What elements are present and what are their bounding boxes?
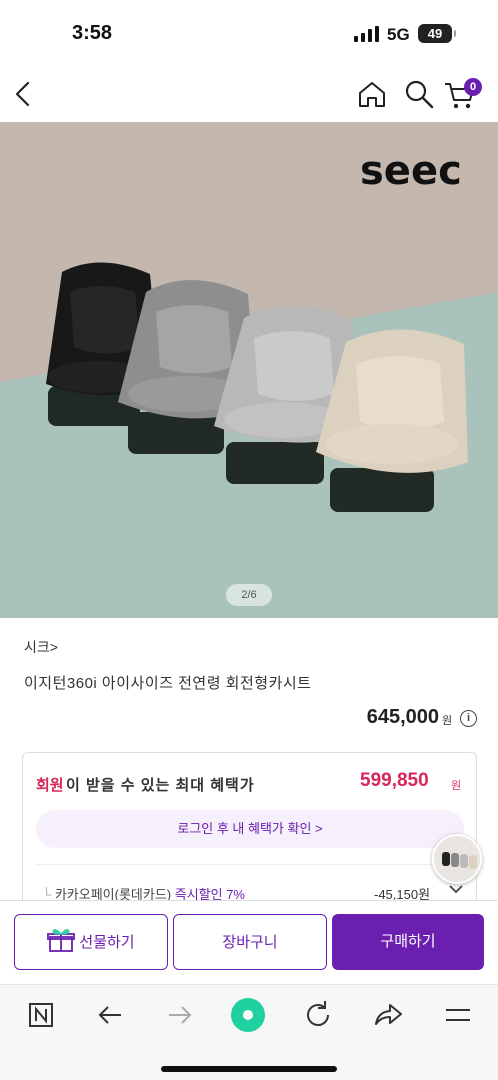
naver-n-icon[interactable] bbox=[23, 997, 59, 1033]
member-label: 회원 bbox=[36, 777, 64, 794]
home-icon[interactable] bbox=[354, 76, 390, 112]
browser-forward-icon[interactable] bbox=[162, 997, 198, 1033]
add-to-cart-button[interactable]: 장바구니 bbox=[173, 914, 327, 970]
status-time: 3:58 bbox=[72, 22, 113, 44]
brand-link[interactable]: 시크> bbox=[24, 637, 58, 657]
seec-logo: seec bbox=[360, 148, 462, 194]
top-nav bbox=[0, 66, 498, 122]
refresh-icon[interactable] bbox=[300, 997, 336, 1033]
price-unit: 원 bbox=[442, 715, 453, 727]
green-dot-icon[interactable] bbox=[230, 997, 266, 1033]
gift-button[interactable]: 선물하기 bbox=[14, 914, 168, 970]
signal-icon bbox=[354, 26, 379, 42]
home-indicator bbox=[161, 1066, 337, 1072]
product-photo: seec bbox=[0, 122, 498, 618]
gift-button-label: 선물하기 bbox=[79, 934, 135, 951]
floating-thumbnail[interactable] bbox=[432, 834, 482, 884]
browser-back-icon[interactable] bbox=[92, 997, 128, 1033]
chevron-down-icon[interactable] bbox=[448, 882, 464, 896]
back-icon[interactable] bbox=[6, 76, 42, 112]
menu-icon[interactable] bbox=[440, 997, 476, 1033]
buy-button[interactable]: 구매하기 bbox=[332, 914, 484, 970]
action-bar: 선물하기 장바구니 구매하기 bbox=[0, 900, 498, 984]
info-icon[interactable]: i bbox=[460, 710, 477, 727]
network-type: 5G bbox=[387, 25, 410, 44]
benefit-title: 이 받을 수 있는 최대 혜택가 bbox=[66, 777, 255, 794]
divider bbox=[36, 864, 464, 865]
product-name: 이지턴360i 아이사이즈 전연령 회전형카시트 bbox=[24, 675, 312, 692]
login-benefit-button[interactable]: 로그인 후 내 혜택가 확인 > bbox=[36, 810, 464, 848]
best-price-unit: 원 bbox=[451, 780, 462, 792]
best-price: 599,850 bbox=[360, 770, 429, 791]
image-pager: 2/6 bbox=[226, 584, 272, 606]
gift-icon bbox=[47, 929, 76, 952]
status-bar: 3:58 5G 49 bbox=[0, 0, 498, 66]
search-icon[interactable] bbox=[401, 76, 437, 112]
battery-icon: 49 bbox=[418, 24, 456, 43]
share-icon[interactable] bbox=[370, 997, 406, 1033]
cart-count-badge: 0 bbox=[464, 78, 482, 96]
product-price: 645,000 bbox=[366, 706, 439, 728]
product-image[interactable]: seec bbox=[0, 122, 498, 618]
